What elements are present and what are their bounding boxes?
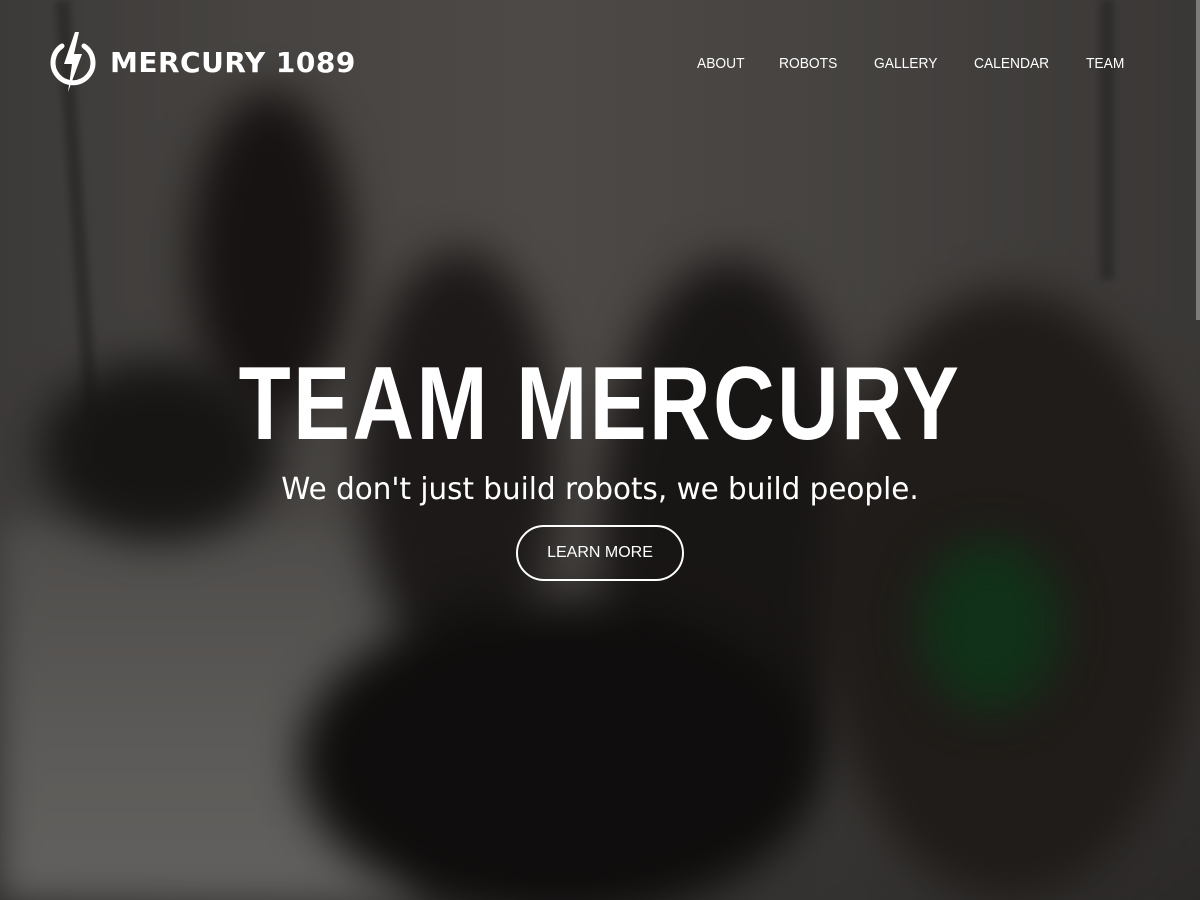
logo-text: MERCURY 1089 [110, 45, 356, 79]
nav-item-gallery[interactable]: GALLERY [874, 55, 937, 72]
hero-content: TEAM MERCURY We don't just build robots,… [0, 344, 1200, 581]
lightning-bolt-circle-icon [50, 32, 96, 92]
hero-section: MERCURY 1089 ABOUT ROBOTS GALLERY CALEND… [0, 0, 1200, 900]
nav-item-about[interactable]: ABOUT [697, 55, 745, 72]
logo-link[interactable]: MERCURY 1089 [48, 30, 356, 94]
site-header: MERCURY 1089 ABOUT ROBOTS GALLERY CALEND… [0, 0, 1200, 130]
hero-subtitle: We don't just build robots, we build peo… [281, 472, 919, 507]
nav-item-calendar[interactable]: CALENDAR [974, 55, 1049, 72]
hero-title: TEAM MERCURY [238, 346, 962, 462]
page-scrollbar[interactable] [1196, 0, 1200, 320]
nav-item-team[interactable]: TEAM [1086, 55, 1124, 72]
main-nav: ABOUT ROBOTS GALLERY CALENDAR TEAM [697, 55, 1128, 72]
learn-more-button[interactable]: LEARN MORE [516, 525, 684, 581]
nav-item-robots[interactable]: ROBOTS [779, 55, 837, 72]
